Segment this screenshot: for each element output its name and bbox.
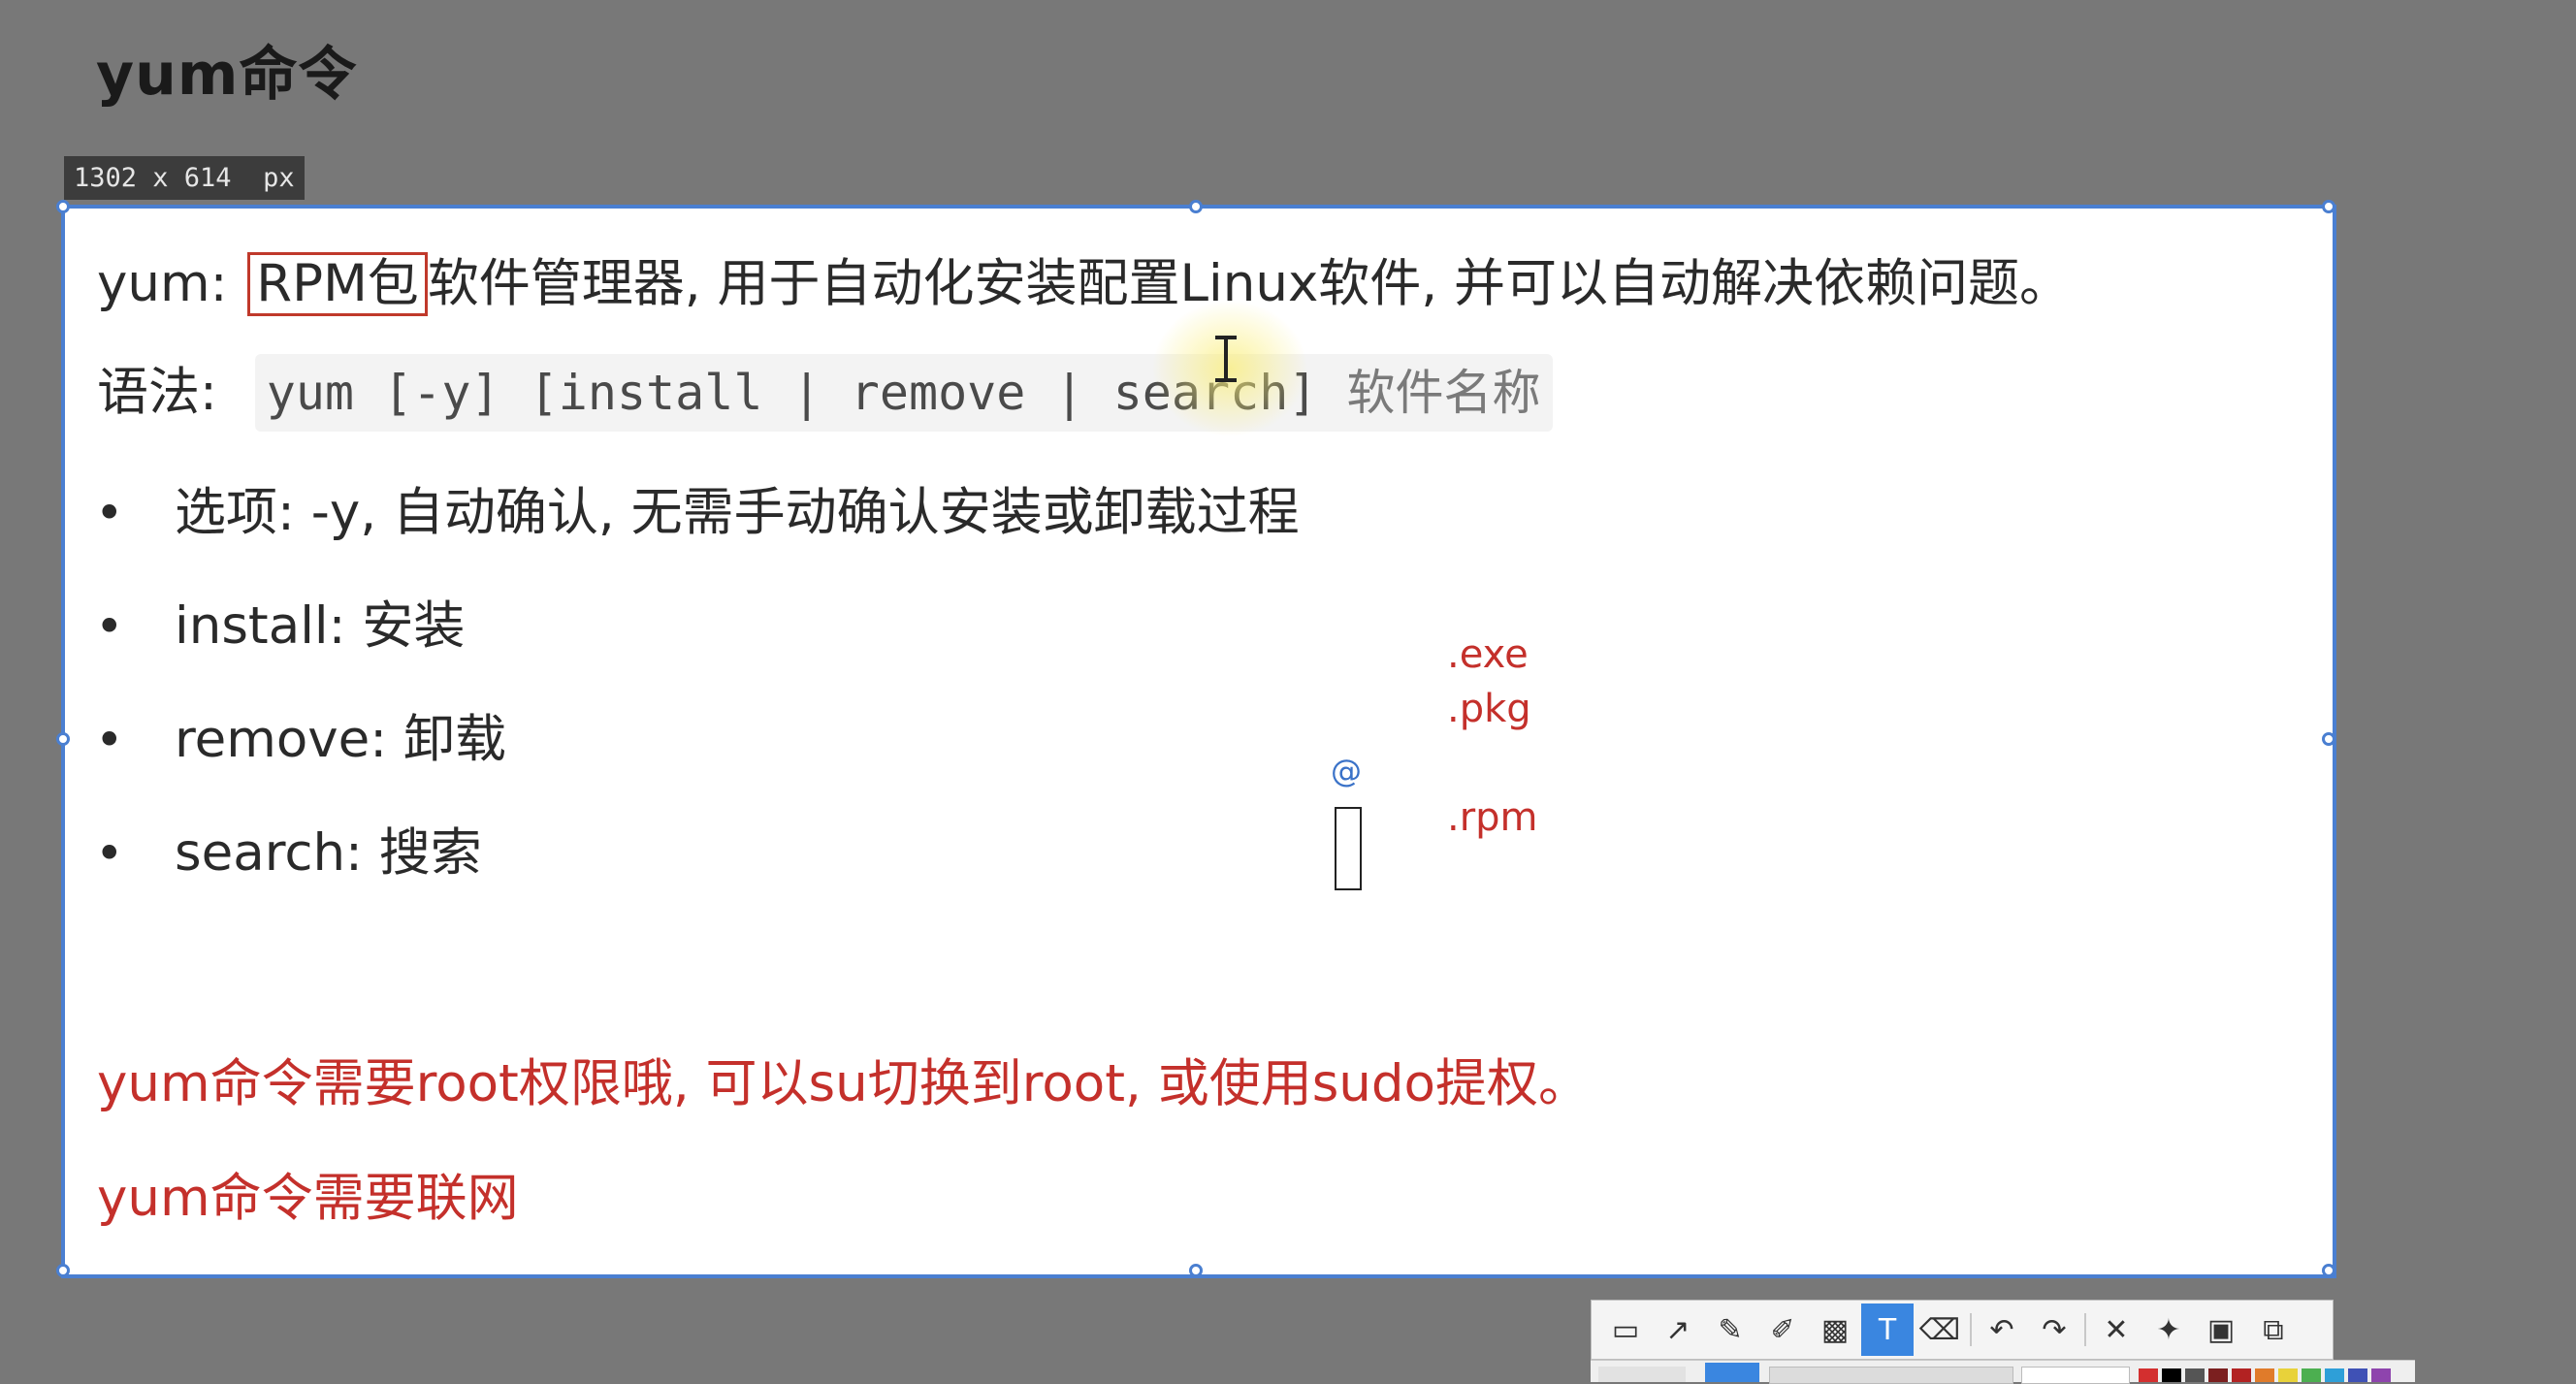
resize-handle-bottom-right[interactable] bbox=[2322, 1264, 2335, 1277]
color-swatch[interactable] bbox=[2302, 1368, 2321, 1382]
active-option-indicator[interactable] bbox=[1705, 1363, 1759, 1382]
resize-handle-middle-left[interactable] bbox=[56, 732, 70, 746]
color-swatch[interactable] bbox=[2162, 1368, 2181, 1382]
color-swatch[interactable] bbox=[2139, 1368, 2158, 1382]
intro-line: yum: RPM包 软件管理器, 用于自动化安装配置Linux软件, 并可以自动解… bbox=[97, 242, 2071, 316]
page-title: yum命令 bbox=[96, 41, 358, 109]
resize-handle-top-left[interactable] bbox=[56, 200, 70, 213]
ibeam-cursor-icon bbox=[1215, 336, 1237, 382]
arrow-tool-icon[interactable]: ↗ bbox=[1652, 1304, 1704, 1356]
text-input-box[interactable] bbox=[1335, 807, 1362, 890]
ext-rpm-annotation[interactable]: .rpm bbox=[1447, 795, 1538, 840]
bullet-item: • remove: 卸载 bbox=[95, 698, 506, 772]
copy-icon[interactable]: ⧉ bbox=[2247, 1304, 2300, 1356]
syntax-label: 语法: bbox=[97, 363, 234, 422]
color-swatch[interactable] bbox=[2348, 1368, 2367, 1382]
text-tool-icon[interactable]: T bbox=[1861, 1304, 1914, 1356]
toolbar-divider bbox=[2084, 1313, 2086, 1346]
bullet-text: remove: 卸载 bbox=[175, 710, 506, 769]
ext-pkg-annotation[interactable]: .pkg bbox=[1447, 687, 1531, 731]
pencil-tool-icon[interactable]: ✎ bbox=[1704, 1304, 1756, 1356]
font-select-field[interactable] bbox=[2021, 1367, 2130, 1384]
toolbar-options-bar bbox=[1591, 1360, 2415, 1384]
resize-handle-top-right[interactable] bbox=[2322, 200, 2335, 213]
bullet-text: search: 搜索 bbox=[175, 823, 482, 883]
bullet-dot: • bbox=[95, 485, 124, 541]
color-swatch[interactable] bbox=[2278, 1368, 2298, 1382]
mosaic-tool-icon[interactable]: ▩ bbox=[1809, 1304, 1861, 1356]
bullet-text: 选项: -y, 自动确认, 无需手动确认安装或卸载过程 bbox=[175, 483, 1300, 542]
network-note: yum命令需要联网 bbox=[97, 1169, 519, 1228]
color-swatch[interactable] bbox=[2232, 1368, 2251, 1382]
resize-handle-bottom-left[interactable] bbox=[56, 1264, 70, 1277]
redo-icon[interactable]: ↷ bbox=[2028, 1304, 2080, 1356]
rectangle-tool-icon[interactable]: ▭ bbox=[1599, 1304, 1652, 1356]
annotation-toolbar: ▭ ↗ ✎ ✐ ▩ T ⌫ ↶ ↷ ✕ ✦ ▣ ⧉ bbox=[1591, 1300, 2334, 1360]
bullet-dot: • bbox=[95, 825, 124, 882]
bullet-dot: • bbox=[95, 712, 124, 768]
resize-handle-middle-right[interactable] bbox=[2322, 732, 2335, 746]
close-icon[interactable]: ✕ bbox=[2090, 1304, 2142, 1356]
color-swatch[interactable] bbox=[2255, 1368, 2274, 1382]
font-size-field[interactable] bbox=[1769, 1367, 2013, 1384]
eraser-tool-icon[interactable]: ⌫ bbox=[1914, 1304, 1966, 1356]
bullet-dot: • bbox=[95, 598, 124, 655]
undo-icon[interactable]: ↶ bbox=[1976, 1304, 2028, 1356]
bullet-text: install: 安装 bbox=[175, 596, 466, 656]
color-swatch[interactable] bbox=[2325, 1368, 2344, 1382]
syntax-line: 语法: yum [-y] [install | remove | search]… bbox=[97, 351, 1553, 432]
save-icon[interactable]: ▣ bbox=[2195, 1304, 2247, 1356]
selection-size-readout: 1302 x 614 px bbox=[64, 156, 305, 200]
intro-prefix: yum: bbox=[97, 254, 244, 313]
color-swatch[interactable] bbox=[2371, 1368, 2391, 1382]
color-swatch[interactable] bbox=[2208, 1368, 2228, 1382]
resize-handle-bottom-middle[interactable] bbox=[1189, 1264, 1203, 1277]
cursor-highlight bbox=[1152, 301, 1307, 436]
root-permission-note: yum命令需要root权限哦, 可以su切换到root, 或使用sudo提权。 bbox=[97, 1054, 1590, 1113]
bullet-item: • search: 搜索 bbox=[95, 812, 482, 885]
size-option-icon[interactable] bbox=[1598, 1367, 1686, 1382]
marker-tool-icon[interactable]: ✐ bbox=[1756, 1304, 1809, 1356]
bullet-item: • install: 安装 bbox=[95, 585, 465, 659]
resize-handle-top-middle[interactable] bbox=[1189, 200, 1203, 213]
syntax-code-placeholder: 软件名称 bbox=[1346, 365, 1541, 421]
pin-icon[interactable]: ✦ bbox=[2142, 1304, 2195, 1356]
rpm-highlight-box: RPM包 bbox=[247, 252, 428, 316]
loading-spiral-icon: @ bbox=[1331, 753, 1362, 789]
color-swatch[interactable] bbox=[2185, 1368, 2205, 1382]
toolbar-divider bbox=[1970, 1313, 1972, 1346]
syntax-code-block: yum [-y] [install | remove | search] 软件名… bbox=[254, 354, 1553, 432]
bullet-item: • 选项: -y, 自动确认, 无需手动确认安装或卸载过程 bbox=[95, 471, 1300, 545]
ext-exe-annotation[interactable]: .exe bbox=[1447, 632, 1529, 677]
